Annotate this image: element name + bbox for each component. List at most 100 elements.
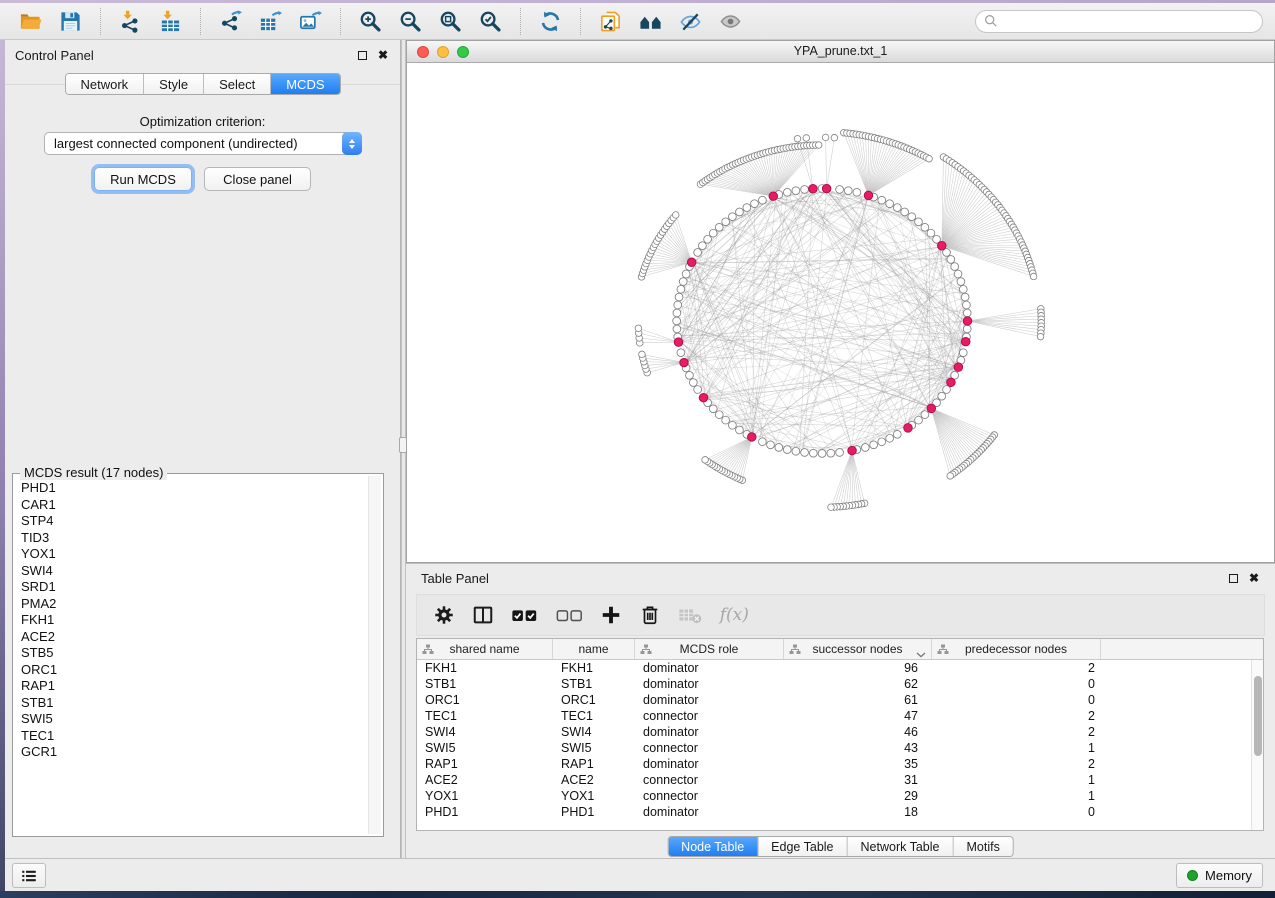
mcds-node[interactable] <box>864 191 873 200</box>
table-row[interactable]: FKH1FKH1dominator962 <box>417 660 1263 676</box>
mcds-node[interactable] <box>680 358 689 367</box>
table-row[interactable]: RAP1RAP1dominator352 <box>417 756 1263 772</box>
optimization-criterion-select[interactable]: largest connected component (undirected) <box>44 132 362 155</box>
table-tab-network-table[interactable]: Network Table <box>847 837 953 856</box>
close-window-icon[interactable] <box>417 46 429 58</box>
duplicate-network-button[interactable] <box>592 6 629 36</box>
close-panel-icon[interactable]: ✖ <box>378 49 388 61</box>
show-graphics-details-button[interactable] <box>712 6 749 36</box>
mcds-node[interactable] <box>769 192 778 201</box>
tab-network[interactable]: Network <box>65 74 143 94</box>
table-row[interactable]: STB1STB1dominator620 <box>417 676 1263 692</box>
add-column-button[interactable] <box>598 599 624 631</box>
mcds-node[interactable] <box>961 337 970 346</box>
table-cell: 2 <box>932 724 1101 740</box>
column-header-shared-name[interactable]: shared name <box>417 639 553 659</box>
memory-button[interactable]: Memory <box>1176 863 1263 888</box>
close-panel-button[interactable]: Close panel <box>204 167 311 191</box>
table-row[interactable]: YOX1YOX1connector291 <box>417 788 1263 804</box>
result-list-scrollbar[interactable] <box>368 476 381 834</box>
mcds-result-item: TEC1 <box>21 728 367 745</box>
minimize-window-icon[interactable] <box>437 46 449 58</box>
import-network-button[interactable] <box>112 6 149 36</box>
network-window-titlebar[interactable]: YPA_prune.txt_1 <box>407 41 1274 63</box>
table-cell: dominator <box>635 692 784 708</box>
column-label: successor nodes <box>812 642 902 656</box>
maximize-window-icon[interactable] <box>457 46 469 58</box>
table-tab-node-table[interactable]: Node Table <box>668 837 757 856</box>
table-cell: 2 <box>932 660 1101 676</box>
table-row[interactable]: PHD1PHD1dominator180 <box>417 804 1263 820</box>
table-panel-title: Table Panel <box>421 571 489 586</box>
table-header-row: shared name name MCDS role successor nodes p… <box>417 639 1263 660</box>
float-panel-icon[interactable] <box>358 51 367 60</box>
mcds-node[interactable] <box>963 317 972 326</box>
mcds-result-item: PMA2 <box>21 596 367 613</box>
table-cell: 96 <box>784 660 932 676</box>
table-row[interactable]: TEC1TEC1connector472 <box>417 708 1263 724</box>
mcds-node[interactable] <box>927 404 936 413</box>
open-file-button[interactable] <box>12 6 49 36</box>
column-header-predecessor-nodes[interactable]: predecessor nodes <box>932 639 1101 659</box>
search-icon <box>984 14 998 28</box>
close-table-panel-icon[interactable]: ✖ <box>1249 572 1259 584</box>
column-header-successor-nodes[interactable]: successor nodes <box>784 639 932 659</box>
tab-style[interactable]: Style <box>143 74 203 94</box>
tab-mcds[interactable]: MCDS <box>270 74 339 94</box>
mcds-node[interactable] <box>848 446 857 455</box>
split-columns-button[interactable] <box>470 599 496 631</box>
binoculars-button[interactable] <box>632 6 669 36</box>
table-settings-button[interactable] <box>431 599 457 631</box>
deselect-all-button[interactable] <box>554 599 586 631</box>
mcds-node[interactable] <box>748 433 757 442</box>
table-cell: 47 <box>784 708 932 724</box>
mcds-result-item: YOX1 <box>21 546 367 563</box>
task-history-button[interactable] <box>12 863 46 888</box>
table-tab-motifs[interactable]: Motifs <box>952 837 1012 856</box>
network-canvas[interactable] <box>407 63 1274 562</box>
export-network-button[interactable] <box>212 6 249 36</box>
table-row[interactable]: SWI5SWI5connector431 <box>417 740 1263 756</box>
zoom-in-button[interactable] <box>352 6 389 36</box>
search-field[interactable] <box>975 10 1263 33</box>
export-image-button[interactable] <box>292 6 329 36</box>
export-table-button[interactable] <box>252 6 289 36</box>
run-mcds-button[interactable]: Run MCDS <box>94 167 192 191</box>
zoom-fit-button[interactable] <box>432 6 469 36</box>
delete-column-icon <box>639 604 661 626</box>
tab-select[interactable]: Select <box>203 74 270 94</box>
column-header-name[interactable]: name <box>553 639 635 659</box>
mcds-node[interactable] <box>674 338 683 347</box>
mcds-node[interactable] <box>809 184 818 193</box>
refresh-button[interactable] <box>532 6 569 36</box>
search-input[interactable] <box>1003 14 1254 28</box>
table-row[interactable]: ACE2ACE2connector311 <box>417 772 1263 788</box>
column-header-mcds-role[interactable]: MCDS role <box>635 639 784 659</box>
mcds-node[interactable] <box>954 363 963 372</box>
mcds-node[interactable] <box>947 378 956 387</box>
save-session-button[interactable] <box>52 6 89 36</box>
table-cell: dominator <box>635 804 784 820</box>
float-table-panel-icon[interactable] <box>1229 574 1238 583</box>
mcds-node[interactable] <box>699 393 708 402</box>
table-row[interactable]: ORC1ORC1dominator610 <box>417 692 1263 708</box>
table-cell: 0 <box>932 692 1101 708</box>
table-cell: 1 <box>932 788 1101 804</box>
mcds-node[interactable] <box>904 424 913 433</box>
table-tab-edge-table[interactable]: Edge Table <box>757 837 846 856</box>
table-scrollbar[interactable] <box>1251 660 1263 830</box>
delete-column-button[interactable] <box>637 599 663 631</box>
import-table-button[interactable] <box>152 6 189 36</box>
column-label: MCDS role <box>680 642 739 656</box>
zoom-selected-button[interactable] <box>472 6 509 36</box>
table-scrollbar-thumb[interactable] <box>1254 676 1262 756</box>
mcds-node[interactable] <box>937 241 946 250</box>
zoom-out-button[interactable] <box>392 6 429 36</box>
table-row[interactable]: SWI4SWI4dominator462 <box>417 724 1263 740</box>
mcds-node[interactable] <box>687 258 696 267</box>
hide-graphics-details-button[interactable] <box>672 6 709 36</box>
table-cell: RAP1 <box>553 756 635 772</box>
select-all-button[interactable] <box>509 599 541 631</box>
column-label: name <box>578 642 608 656</box>
mcds-node[interactable] <box>822 184 831 193</box>
